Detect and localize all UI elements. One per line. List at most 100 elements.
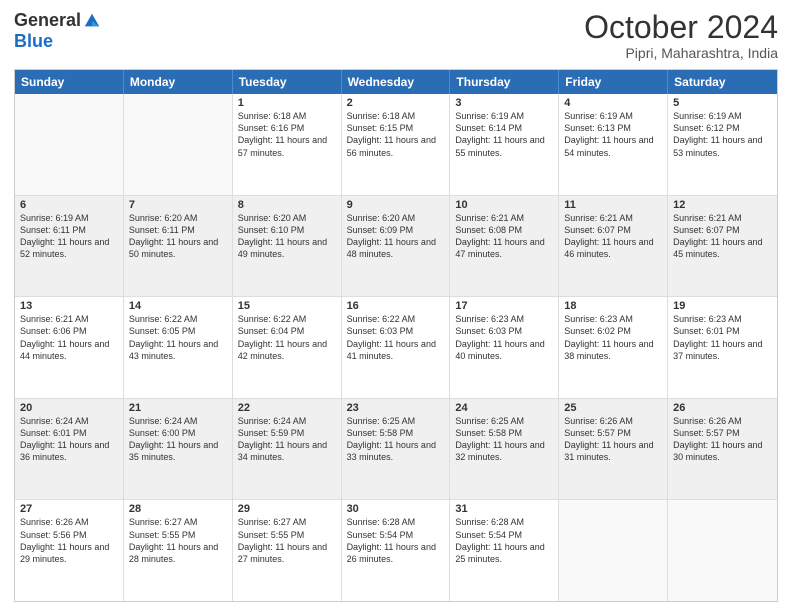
day-number: 16 (347, 300, 445, 312)
cell-content: Sunrise: 6:23 AM Sunset: 6:02 PM Dayligh… (564, 313, 662, 362)
cal-cell: 27Sunrise: 6:26 AM Sunset: 5:56 PM Dayli… (15, 500, 124, 601)
cal-cell: 3Sunrise: 6:19 AM Sunset: 6:14 PM Daylig… (450, 94, 559, 195)
header-day-sunday: Sunday (15, 70, 124, 94)
cell-content: Sunrise: 6:19 AM Sunset: 6:12 PM Dayligh… (673, 110, 772, 159)
day-number: 4 (564, 97, 662, 109)
cell-content: Sunrise: 6:24 AM Sunset: 6:00 PM Dayligh… (129, 415, 227, 464)
day-number: 8 (238, 199, 336, 211)
cell-content: Sunrise: 6:21 AM Sunset: 6:08 PM Dayligh… (455, 212, 553, 261)
day-number: 27 (20, 503, 118, 515)
header: General Blue October 2024 Pipri, Maharas… (14, 10, 778, 61)
day-number: 23 (347, 402, 445, 414)
day-number: 21 (129, 402, 227, 414)
cell-content: Sunrise: 6:18 AM Sunset: 6:16 PM Dayligh… (238, 110, 336, 159)
calendar-body: 1Sunrise: 6:18 AM Sunset: 6:16 PM Daylig… (15, 94, 777, 601)
cal-cell: 22Sunrise: 6:24 AM Sunset: 5:59 PM Dayli… (233, 399, 342, 500)
cell-content: Sunrise: 6:19 AM Sunset: 6:13 PM Dayligh… (564, 110, 662, 159)
header-day-saturday: Saturday (668, 70, 777, 94)
cell-content: Sunrise: 6:26 AM Sunset: 5:57 PM Dayligh… (564, 415, 662, 464)
cal-cell: 16Sunrise: 6:22 AM Sunset: 6:03 PM Dayli… (342, 297, 451, 398)
day-number: 30 (347, 503, 445, 515)
cell-content: Sunrise: 6:24 AM Sunset: 6:01 PM Dayligh… (20, 415, 118, 464)
cell-content: Sunrise: 6:23 AM Sunset: 6:01 PM Dayligh… (673, 313, 772, 362)
cell-content: Sunrise: 6:22 AM Sunset: 6:03 PM Dayligh… (347, 313, 445, 362)
cell-content: Sunrise: 6:28 AM Sunset: 5:54 PM Dayligh… (455, 516, 553, 565)
cell-content: Sunrise: 6:19 AM Sunset: 6:14 PM Dayligh… (455, 110, 553, 159)
cell-content: Sunrise: 6:21 AM Sunset: 6:06 PM Dayligh… (20, 313, 118, 362)
cal-cell: 25Sunrise: 6:26 AM Sunset: 5:57 PM Dayli… (559, 399, 668, 500)
day-number: 9 (347, 199, 445, 211)
cal-cell: 24Sunrise: 6:25 AM Sunset: 5:58 PM Dayli… (450, 399, 559, 500)
cell-content: Sunrise: 6:20 AM Sunset: 6:10 PM Dayligh… (238, 212, 336, 261)
logo-blue-text: Blue (14, 31, 53, 52)
day-number: 25 (564, 402, 662, 414)
calendar-row-4: 27Sunrise: 6:26 AM Sunset: 5:56 PM Dayli… (15, 499, 777, 601)
cal-cell (15, 94, 124, 195)
cal-cell: 5Sunrise: 6:19 AM Sunset: 6:12 PM Daylig… (668, 94, 777, 195)
calendar-header: SundayMondayTuesdayWednesdayThursdayFrid… (15, 70, 777, 94)
page: General Blue October 2024 Pipri, Maharas… (0, 0, 792, 612)
cal-cell: 21Sunrise: 6:24 AM Sunset: 6:00 PM Dayli… (124, 399, 233, 500)
cell-content: Sunrise: 6:28 AM Sunset: 5:54 PM Dayligh… (347, 516, 445, 565)
day-number: 6 (20, 199, 118, 211)
cal-cell: 23Sunrise: 6:25 AM Sunset: 5:58 PM Dayli… (342, 399, 451, 500)
cal-cell: 13Sunrise: 6:21 AM Sunset: 6:06 PM Dayli… (15, 297, 124, 398)
day-number: 31 (455, 503, 553, 515)
cal-cell: 29Sunrise: 6:27 AM Sunset: 5:55 PM Dayli… (233, 500, 342, 601)
day-number: 14 (129, 300, 227, 312)
day-number: 18 (564, 300, 662, 312)
day-number: 1 (238, 97, 336, 109)
cal-cell: 15Sunrise: 6:22 AM Sunset: 6:04 PM Dayli… (233, 297, 342, 398)
cell-content: Sunrise: 6:24 AM Sunset: 5:59 PM Dayligh… (238, 415, 336, 464)
day-number: 19 (673, 300, 772, 312)
header-day-wednesday: Wednesday (342, 70, 451, 94)
day-number: 11 (564, 199, 662, 211)
header-day-monday: Monday (124, 70, 233, 94)
cal-cell: 30Sunrise: 6:28 AM Sunset: 5:54 PM Dayli… (342, 500, 451, 601)
calendar-row-3: 20Sunrise: 6:24 AM Sunset: 6:01 PM Dayli… (15, 398, 777, 500)
day-number: 2 (347, 97, 445, 109)
header-day-friday: Friday (559, 70, 668, 94)
cell-content: Sunrise: 6:20 AM Sunset: 6:11 PM Dayligh… (129, 212, 227, 261)
day-number: 29 (238, 503, 336, 515)
cell-content: Sunrise: 6:25 AM Sunset: 5:58 PM Dayligh… (455, 415, 553, 464)
header-day-tuesday: Tuesday (233, 70, 342, 94)
cal-cell: 28Sunrise: 6:27 AM Sunset: 5:55 PM Dayli… (124, 500, 233, 601)
cell-content: Sunrise: 6:26 AM Sunset: 5:56 PM Dayligh… (20, 516, 118, 565)
cell-content: Sunrise: 6:23 AM Sunset: 6:03 PM Dayligh… (455, 313, 553, 362)
day-number: 12 (673, 199, 772, 211)
cal-cell (668, 500, 777, 601)
day-number: 3 (455, 97, 553, 109)
location: Pipri, Maharashtra, India (584, 45, 778, 61)
cal-cell: 2Sunrise: 6:18 AM Sunset: 6:15 PM Daylig… (342, 94, 451, 195)
day-number: 15 (238, 300, 336, 312)
cal-cell (559, 500, 668, 601)
cell-content: Sunrise: 6:22 AM Sunset: 6:05 PM Dayligh… (129, 313, 227, 362)
cal-cell: 6Sunrise: 6:19 AM Sunset: 6:11 PM Daylig… (15, 196, 124, 297)
cell-content: Sunrise: 6:18 AM Sunset: 6:15 PM Dayligh… (347, 110, 445, 159)
day-number: 10 (455, 199, 553, 211)
logo: General Blue (14, 10, 101, 52)
calendar-row-1: 6Sunrise: 6:19 AM Sunset: 6:11 PM Daylig… (15, 195, 777, 297)
calendar-row-2: 13Sunrise: 6:21 AM Sunset: 6:06 PM Dayli… (15, 296, 777, 398)
cal-cell: 17Sunrise: 6:23 AM Sunset: 6:03 PM Dayli… (450, 297, 559, 398)
cal-cell: 1Sunrise: 6:18 AM Sunset: 6:16 PM Daylig… (233, 94, 342, 195)
calendar: SundayMondayTuesdayWednesdayThursdayFrid… (14, 69, 778, 602)
cell-content: Sunrise: 6:25 AM Sunset: 5:58 PM Dayligh… (347, 415, 445, 464)
cal-cell: 9Sunrise: 6:20 AM Sunset: 6:09 PM Daylig… (342, 196, 451, 297)
cal-cell: 31Sunrise: 6:28 AM Sunset: 5:54 PM Dayli… (450, 500, 559, 601)
day-number: 28 (129, 503, 227, 515)
day-number: 22 (238, 402, 336, 414)
cal-cell: 4Sunrise: 6:19 AM Sunset: 6:13 PM Daylig… (559, 94, 668, 195)
cal-cell (124, 94, 233, 195)
cal-cell: 14Sunrise: 6:22 AM Sunset: 6:05 PM Dayli… (124, 297, 233, 398)
cal-cell: 20Sunrise: 6:24 AM Sunset: 6:01 PM Dayli… (15, 399, 124, 500)
cell-content: Sunrise: 6:21 AM Sunset: 6:07 PM Dayligh… (673, 212, 772, 261)
header-day-thursday: Thursday (450, 70, 559, 94)
day-number: 5 (673, 97, 772, 109)
day-number: 17 (455, 300, 553, 312)
cal-cell: 26Sunrise: 6:26 AM Sunset: 5:57 PM Dayli… (668, 399, 777, 500)
day-number: 24 (455, 402, 553, 414)
month-title: October 2024 (584, 10, 778, 45)
cal-cell: 7Sunrise: 6:20 AM Sunset: 6:11 PM Daylig… (124, 196, 233, 297)
